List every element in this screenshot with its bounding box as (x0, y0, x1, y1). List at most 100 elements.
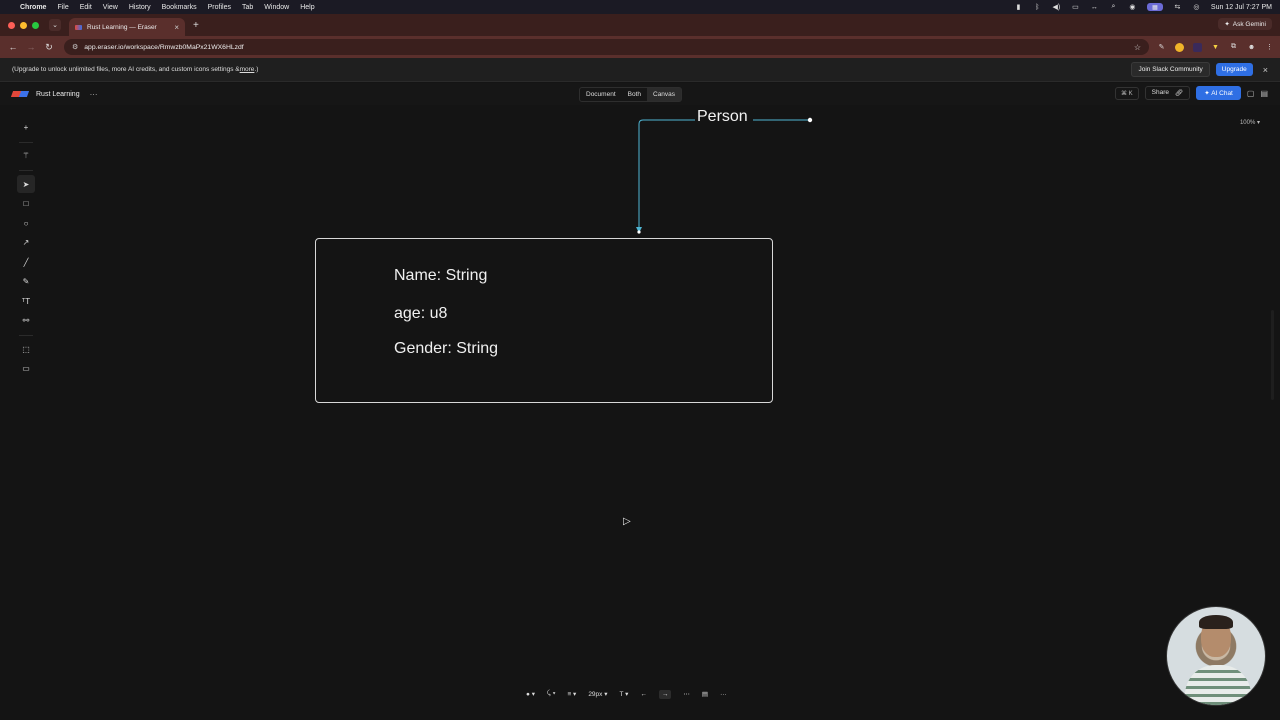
menu-bookmarks[interactable]: Bookmarks (162, 4, 197, 11)
menu-help[interactable]: Help (300, 4, 314, 11)
menu-profiles[interactable]: Profiles (208, 4, 231, 11)
canvas-scrollbar[interactable] (1271, 310, 1274, 400)
text-icon[interactable]: ᵀT (17, 292, 35, 310)
field-age[interactable]: age: u8 (394, 305, 447, 323)
spotlight-search-icon[interactable]: ⌕ (1109, 3, 1118, 11)
banner-more-link[interactable]: more (240, 66, 255, 73)
struct-box[interactable]: Name: String age: u8 Gender: String (315, 238, 773, 403)
file-title[interactable]: Rust Learning (36, 91, 80, 98)
browser-tab-strip: ⌄ Rust Learning — Eraser × + ✦ Ask Gemin… (0, 14, 1280, 36)
filter-extension-icon[interactable]: ▼ (1211, 43, 1220, 52)
text-style-icon[interactable]: T ▾ (620, 690, 629, 698)
share-label: Share (1151, 89, 1170, 96)
diagram-label-person[interactable]: Person (697, 108, 748, 126)
menu-view[interactable]: View (103, 4, 118, 11)
site-settings-icon[interactable]: ⚙ (72, 43, 78, 51)
eraser-logo-icon[interactable] (10, 91, 30, 97)
more-options-icon[interactable]: ··· (720, 691, 727, 698)
tab-title: Rust Learning — Eraser (87, 23, 157, 31)
left-toolbar: + ⚚ ➤ □ ○ ↗ ╱ ✎ ᵀT ⚯ ⬚ ▭ (16, 118, 36, 379)
font-size-select[interactable]: 29px ▾ (588, 690, 607, 698)
menu-edit[interactable]: Edit (80, 4, 92, 11)
link-icon[interactable]: 🔗︎ (1175, 89, 1183, 97)
url-text[interactable]: app.eraser.io/workspace/Rmwzb0MaPx21WX6H… (84, 44, 243, 51)
extensions-puzzle-icon[interactable]: ⧉ (1229, 43, 1238, 52)
view-document-tab[interactable]: Document (580, 88, 622, 101)
profile-icon[interactable]: ☻ (1247, 43, 1256, 52)
webcam-overlay (1166, 606, 1266, 706)
pen-extension-icon[interactable]: ✎ (1157, 43, 1166, 52)
volume-icon[interactable]: ◀) (1052, 3, 1061, 11)
add-comment-icon[interactable]: ▤ (702, 690, 708, 698)
control-center-icon[interactable]: ◉ (1128, 3, 1137, 11)
new-tab-icon[interactable]: + (193, 20, 199, 31)
rectangle-icon[interactable]: □ (17, 195, 35, 213)
ask-gemini-button[interactable]: ✦ Ask Gemini (1218, 18, 1272, 30)
upgrade-banner: (Upgrade to unlock unlimited files, more… (0, 58, 1280, 82)
bluetooth-icon[interactable]: ᛒ (1033, 3, 1042, 11)
field-name[interactable]: Name: String (394, 267, 487, 285)
share-button[interactable]: Share 🔗︎ (1144, 86, 1191, 100)
arrow-left-icon[interactable]: ← (640, 691, 647, 698)
field-gender[interactable]: Gender: String (394, 340, 498, 358)
color-picker-icon[interactable]: ● ▾ (526, 690, 535, 698)
connector-icon[interactable]: ⚯ (17, 312, 35, 330)
dashed-line-icon[interactable]: ⋯ (683, 690, 690, 698)
eraser-header: Rust Learning ··· Document Both Canvas ⌘… (0, 83, 1280, 105)
comment-icon[interactable]: ▢ (1247, 89, 1255, 98)
select-pointer-icon[interactable]: ➤ (17, 175, 35, 193)
chrome-menu-icon[interactable]: ⋮ (1265, 43, 1274, 52)
arrow-right-icon[interactable]: → (658, 689, 672, 699)
arrow-icon[interactable]: ↗ (17, 234, 35, 252)
address-bar[interactable]: ⚙ app.eraser.io/workspace/Rmwzb0MaPx21WX… (64, 39, 1149, 55)
upgrade-button[interactable]: Upgrade (1215, 63, 1253, 76)
siri-icon[interactable]: ◎ (1192, 3, 1201, 11)
banner-text: (Upgrade to unlock unlimited files, more… (12, 66, 240, 73)
file-menu-icon[interactable]: ··· (90, 90, 98, 99)
toggle-icon[interactable]: ⇆ (1173, 3, 1182, 11)
view-mode-switch: Document Both Canvas (579, 87, 683, 102)
menubar-datetime[interactable]: Sun 12 Jul 7:27 PM (1211, 4, 1272, 11)
banner-close-icon[interactable]: × (1263, 65, 1268, 75)
forward-arrow-icon[interactable]: → (24, 42, 38, 52)
menu-window[interactable]: Window (264, 4, 289, 11)
sidebar-toggle-icon[interactable]: ▤ (1260, 89, 1268, 98)
magic-wand-icon[interactable]: ⚚ (17, 147, 35, 165)
add-icon[interactable]: + (17, 118, 35, 136)
ai-chat-button[interactable]: ✦ AI Chat (1196, 86, 1241, 100)
toolbar-divider (19, 335, 33, 336)
diagram-canvas[interactable] (0, 106, 1280, 720)
view-canvas-tab[interactable]: Canvas (647, 88, 682, 101)
pencil-icon[interactable]: ✎ (17, 273, 35, 291)
battery-icon[interactable]: ▮ (1014, 3, 1023, 11)
reload-icon[interactable]: ↻ (42, 42, 56, 53)
yellow-extension-icon[interactable] (1175, 42, 1184, 52)
menu-app-name[interactable]: Chrome (20, 4, 46, 11)
menu-tab[interactable]: Tab (242, 4, 253, 11)
back-arrow-icon[interactable]: ← (6, 42, 20, 52)
tab-search-icon[interactable]: ⌄ (49, 19, 61, 31)
menu-file[interactable]: File (57, 4, 68, 11)
comment-tool-icon[interactable]: ▭ (17, 360, 35, 378)
expand-arrows-icon[interactable]: ↔ (1090, 3, 1099, 11)
screen-mirror-icon[interactable]: ▭ (1071, 3, 1080, 11)
circle-icon[interactable]: ○ (17, 214, 35, 232)
display-badge-icon[interactable]: ▦ (1146, 3, 1163, 11)
browser-tab-active[interactable]: Rust Learning — Eraser × (69, 18, 185, 36)
line-style-icon[interactable]: ⤹ ▾ (547, 690, 555, 698)
purple-extension-icon[interactable] (1193, 42, 1202, 52)
bookmark-star-icon[interactable]: ☆ (1134, 43, 1141, 52)
zoom-level[interactable]: 100% ▾ (1240, 119, 1260, 126)
font-size-value: 29px (588, 691, 603, 698)
tab-close-icon[interactable]: × (174, 23, 179, 32)
window-minimize-button[interactable] (20, 21, 27, 29)
line-icon[interactable]: ╱ (17, 253, 35, 271)
frame-icon[interactable]: ⬚ (17, 340, 35, 358)
command-palette-shortcut[interactable]: ⌘ K (1114, 86, 1139, 100)
window-maximize-button[interactable] (32, 21, 39, 29)
stroke-width-icon[interactable]: ≡ ▾ (567, 690, 576, 698)
window-close-button[interactable] (8, 21, 15, 29)
join-slack-button[interactable]: Join Slack Community (1131, 62, 1210, 77)
view-both-tab[interactable]: Both (622, 88, 647, 101)
menu-history[interactable]: History (129, 4, 151, 11)
